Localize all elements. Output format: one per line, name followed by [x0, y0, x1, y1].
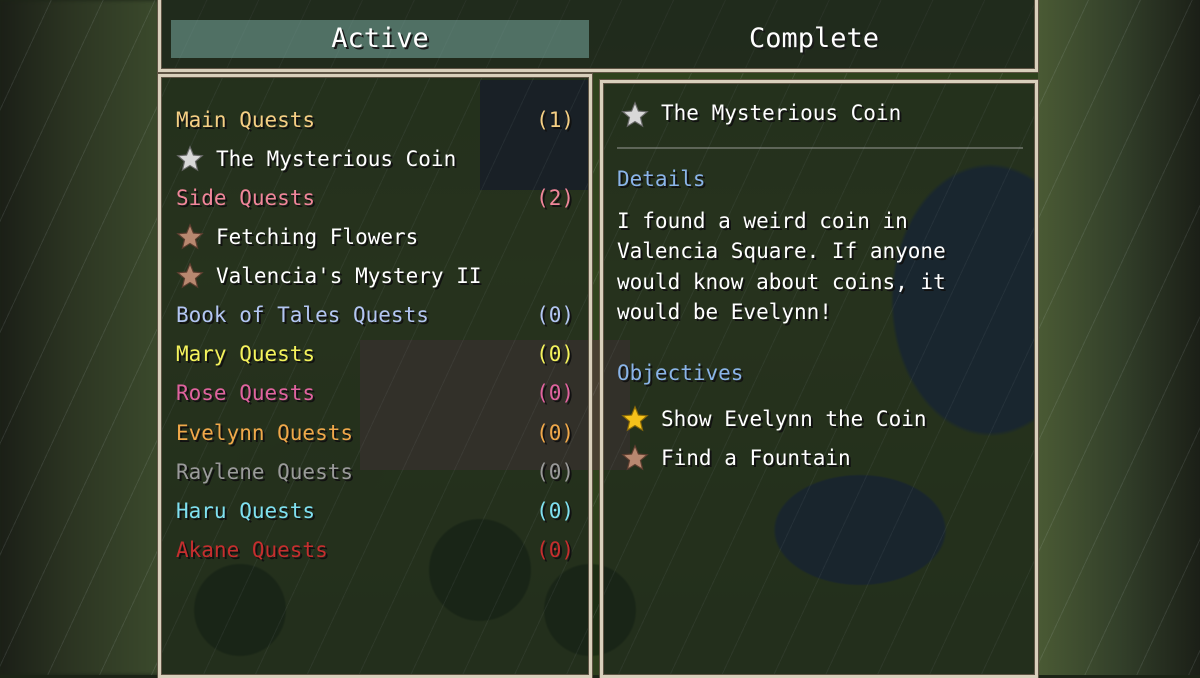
description-line: I found a weird coin in [617, 209, 908, 233]
category-label: Rose Quests [176, 381, 316, 405]
objective-label: Show Evelynn the Coin [661, 407, 927, 431]
quest-item-fetching-flowers[interactable]: Fetching Flowers [176, 219, 574, 255]
category-label: Evelynn Quests [176, 421, 354, 445]
category-haru-quests[interactable]: Haru Quests (0) [176, 493, 574, 529]
objective-item: Show Evelynn the Coin [621, 401, 1021, 437]
category-main-quests[interactable]: Main Quests (1) [176, 102, 574, 138]
category-count: (0) [536, 499, 574, 523]
quest-label: Fetching Flowers [216, 225, 419, 249]
quest-item-valencias-mystery-ii[interactable]: Valencia's Mystery II [176, 258, 574, 294]
category-label: Raylene Quests [176, 460, 354, 484]
objective-item: Find a Fountain [621, 440, 1021, 476]
tab-bar-window: Active Complete [158, 0, 1038, 72]
silver-star-icon [621, 101, 649, 128]
category-count: (0) [536, 421, 574, 445]
quest-list-window: Main Quests (1) The Mysterious Coin Side… [158, 74, 592, 678]
category-count: (1) [536, 108, 574, 132]
category-raylene-quests[interactable]: Raylene Quests (0) [176, 454, 574, 490]
objective-label: Find a Fountain [661, 446, 851, 470]
category-label: Book of Tales Quests [176, 303, 429, 327]
quest-detail-window: The Mysterious Coin Details I found a we… [600, 80, 1038, 678]
description-line: Valencia Square. If anyone [617, 239, 946, 263]
category-label: Main Quests [176, 108, 316, 132]
category-rose-quests[interactable]: Rose Quests (0) [176, 375, 574, 411]
bronze-star-icon [176, 223, 204, 250]
category-side-quests[interactable]: Side Quests (2) [176, 180, 574, 216]
quest-label: Valencia's Mystery II [216, 264, 482, 288]
title-divider [617, 147, 1023, 149]
quest-label: The Mysterious Coin [216, 147, 457, 171]
category-count: (0) [536, 303, 574, 327]
category-label: Side Quests [176, 186, 316, 210]
objectives-heading: Objectives [617, 361, 744, 385]
tab-active[interactable]: Active [171, 20, 589, 58]
category-book-of-tales-quests[interactable]: Book of Tales Quests (0) [176, 297, 574, 333]
bronze-star-icon [621, 444, 649, 471]
quest-title: The Mysterious Coin [661, 101, 902, 125]
category-evelynn-quests[interactable]: Evelynn Quests (0) [176, 415, 574, 451]
category-label: Haru Quests [176, 499, 316, 523]
category-label: Mary Quests [176, 342, 316, 366]
category-count: (2) [536, 186, 574, 210]
category-label: Akane Quests [176, 538, 328, 562]
category-count: (0) [536, 460, 574, 484]
category-count: (0) [536, 381, 574, 405]
category-mary-quests[interactable]: Mary Quests (0) [176, 336, 574, 372]
category-count: (0) [536, 538, 574, 562]
description-line: would know about coins, it [617, 270, 946, 294]
bronze-star-icon [176, 262, 204, 289]
description-line: would be Evelynn! [617, 300, 832, 324]
category-count: (0) [536, 342, 574, 366]
details-heading: Details [617, 167, 706, 191]
tab-complete[interactable]: Complete [605, 20, 1023, 58]
quest-item-the-mysterious-coin[interactable]: The Mysterious Coin [176, 141, 574, 177]
category-akane-quests[interactable]: Akane Quests (0) [176, 532, 574, 568]
silver-star-icon [176, 145, 204, 172]
gold-star-icon [621, 405, 649, 432]
